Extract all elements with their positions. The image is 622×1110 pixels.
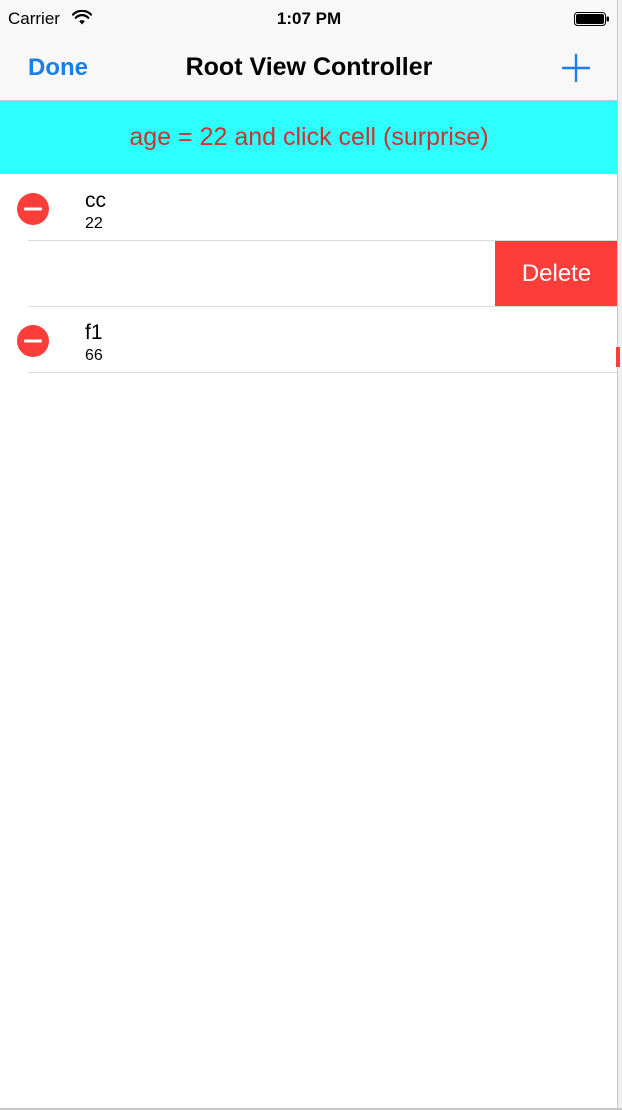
iphone-screen: Carrier 1:07 PM Done Root View Controlle… xyxy=(0,0,622,1110)
window-edge xyxy=(617,0,622,1110)
row-separator xyxy=(28,372,618,373)
plus-icon[interactable] xyxy=(560,52,592,84)
delete-edge-peek xyxy=(616,347,620,367)
status-bar: Carrier 1:07 PM xyxy=(0,0,618,40)
row-title: f1 xyxy=(85,321,103,344)
table-row[interactable]: f1 66 xyxy=(0,307,618,373)
table-row[interactable]: cc 22 xyxy=(0,175,618,241)
page-title: Root View Controller xyxy=(185,53,433,81)
row-title: cc xyxy=(85,189,106,212)
navigation-bar: Done Root View Controller xyxy=(0,40,618,101)
status-time: 1:07 PM xyxy=(276,9,342,28)
info-banner: age = 22 and click cell (surprise) xyxy=(0,101,618,174)
table-row[interactable]: Delete xyxy=(0,241,618,307)
row-subtitle: 22 xyxy=(85,215,103,232)
minus-circle-icon[interactable] xyxy=(16,192,50,226)
delete-button[interactable]: Delete xyxy=(495,241,618,306)
battery-icon xyxy=(574,12,609,26)
row-subtitle: 66 xyxy=(85,347,103,364)
banner-text: age = 22 and click cell (surprise) xyxy=(129,123,489,151)
minus-circle-icon[interactable] xyxy=(16,324,50,358)
